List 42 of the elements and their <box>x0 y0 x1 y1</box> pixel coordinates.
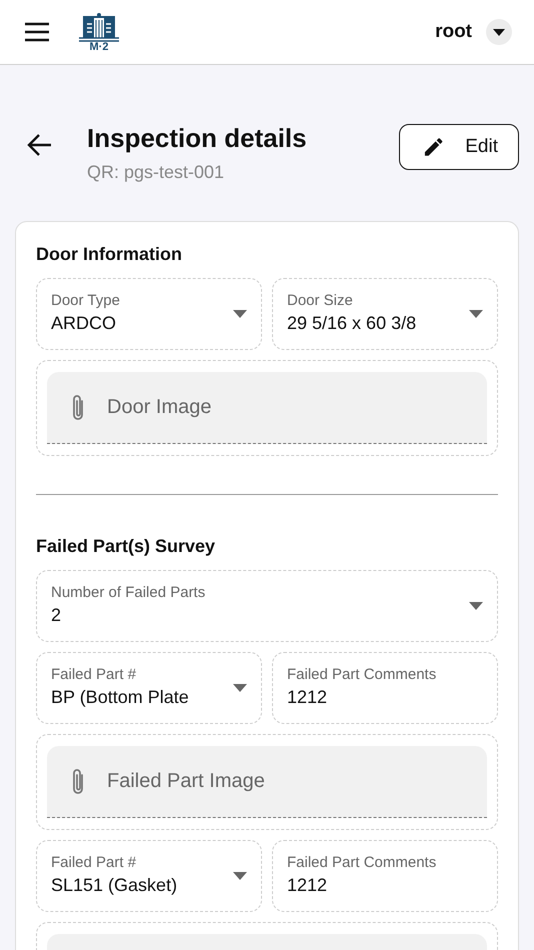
field-label: Door Size <box>287 292 354 309</box>
field-value: 29 5/16 x 60 3/8 <box>287 313 418 334</box>
building-icon <box>78 12 120 42</box>
text-field[interactable]: Failed Part Comments 1212 <box>272 840 498 912</box>
field-label: Failed Part # <box>51 666 138 683</box>
dropdown-caret-icon <box>493 28 505 36</box>
edit-button[interactable]: Edit <box>399 124 519 170</box>
field-label: Number of Failed Parts <box>51 584 206 601</box>
logo-text: M·2 <box>90 42 108 52</box>
dropdown-caret-icon <box>233 310 247 318</box>
dropdown-caret-icon <box>233 872 247 880</box>
dropdown-caret-icon <box>469 310 483 318</box>
image-upload-field[interactable]: Door Image <box>47 372 487 444</box>
text-field[interactable]: Failed Part Comments 1212 <box>272 652 498 724</box>
select-field[interactable]: Door Size 29 5/16 x 60 3/8 <box>272 278 498 350</box>
field-label: Failed Part Comments <box>287 666 438 683</box>
field-label: Door Image <box>107 396 212 419</box>
field-label: Door Type <box>51 292 121 309</box>
field-value: 1212 <box>287 875 328 896</box>
qr-code-label: QR: pgs-test-001 <box>87 162 226 183</box>
select-field[interactable]: Number of Failed Parts 2 <box>36 570 498 642</box>
field-value: ARDCO <box>51 313 118 334</box>
field-value: 1212 <box>287 687 328 708</box>
select-field[interactable]: Failed Part # SL151 (Gasket) <box>36 840 262 912</box>
field-value: SL151 (Gasket) <box>51 875 178 896</box>
dropdown-caret-icon <box>233 684 247 692</box>
page-title: Inspection details <box>87 123 308 153</box>
dropdown-caret-icon <box>469 602 483 610</box>
field-label: Failed Part Comments <box>287 854 438 871</box>
field-value: BP (Bottom Plate <box>51 687 190 708</box>
field-label: Failed Part # <box>51 854 138 871</box>
user-name: root <box>435 21 472 43</box>
menu-icon[interactable] <box>24 22 50 42</box>
select-field[interactable]: Door Type ARDCO <box>36 278 262 350</box>
section-title: Door Information <box>36 244 183 265</box>
image-upload-field[interactable]: Failed Part Image <box>47 746 487 818</box>
field-value: 2 <box>51 605 62 626</box>
user-menu-button[interactable] <box>486 19 512 45</box>
back-arrow-icon[interactable] <box>27 132 53 158</box>
section-title: Failed Part(s) Survey <box>36 536 216 557</box>
field-label: Failed Part Image <box>107 770 265 793</box>
select-field[interactable]: Failed Part # BP (Bottom Plate <box>36 652 262 724</box>
